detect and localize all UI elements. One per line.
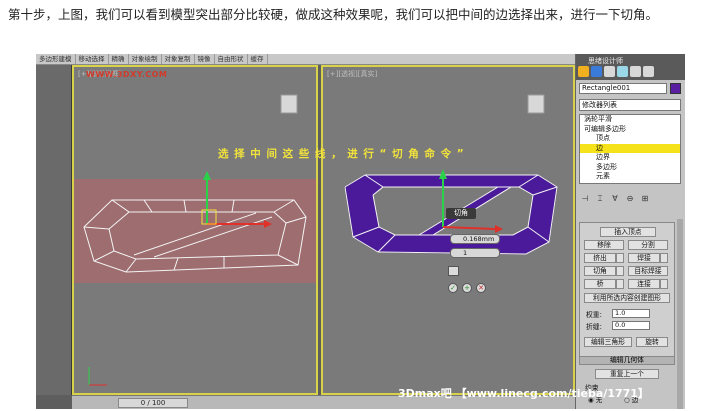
stack-item[interactable]: 边界 bbox=[580, 153, 680, 163]
menu-item[interactable]: 镜像 bbox=[195, 54, 215, 64]
stack-toolbar: ⊣ ⌶ ∀ ⊖ ⊞ bbox=[579, 192, 681, 206]
front-viewport-scene bbox=[74, 94, 316, 386]
chamfer-segments-field[interactable]: 1 bbox=[450, 248, 500, 258]
create-shape-button[interactable]: 利用所选内容创建图形 bbox=[584, 293, 670, 303]
stack-item[interactable]: 顶点 bbox=[580, 134, 680, 144]
forum-watermark: 3Dmax吧 【www.linecg.com/tieba/1771】 bbox=[398, 387, 649, 400]
menu-item[interactable]: 精确 bbox=[109, 54, 129, 64]
3dsmax-screenshot: 多边形建模 移动选择 精确 对象绘制 对象复制 镜像 自由形状 缓存 [+][前… bbox=[36, 54, 685, 409]
stack-item[interactable]: 元素 bbox=[580, 172, 680, 182]
weight-input[interactable]: 1.0 bbox=[612, 309, 650, 318]
menu-item[interactable]: 对象绘制 bbox=[129, 54, 162, 64]
object-name-field[interactable]: Rectangle001 bbox=[579, 83, 667, 94]
caddy-toggle-icon[interactable] bbox=[448, 266, 459, 276]
remove-modifier-icon[interactable]: ⊖ bbox=[624, 194, 636, 204]
viewport-front[interactable]: [+][前][线框] WWW.3DXY.COM bbox=[72, 65, 318, 395]
panel-title: 思绪设计师 bbox=[588, 57, 623, 65]
menu-item[interactable]: 多边形建模 bbox=[36, 54, 76, 64]
ribbon-menubar: 多边形建模 移动选择 精确 对象绘制 对象复制 镜像 自由形状 缓存 bbox=[36, 54, 576, 65]
pin-stack-icon[interactable]: ⊣ bbox=[579, 194, 591, 204]
chamfer-button[interactable]: 切角 bbox=[584, 266, 616, 276]
remove-button[interactable]: 移除 bbox=[584, 240, 624, 250]
bridge-button[interactable]: 桥 bbox=[584, 279, 616, 289]
modifier-list-dropdown[interactable]: 修改器列表 bbox=[579, 99, 681, 111]
modify-tab-icon[interactable] bbox=[591, 66, 602, 77]
instruction-caption: 选 择 中 间 这 些 线 ， 进 行 “ 切 角 命 令 ” bbox=[218, 148, 465, 160]
chamfer-amount-field[interactable]: 0.168mm bbox=[450, 234, 500, 244]
connect-button[interactable]: 连接 bbox=[628, 279, 660, 289]
caddy-title: 切角 bbox=[446, 208, 476, 219]
target-weld-button[interactable]: 目标焊接 bbox=[628, 266, 668, 276]
create-tab-icon[interactable] bbox=[578, 66, 589, 77]
repeat-last-button[interactable]: 重复上一个 bbox=[595, 369, 659, 379]
split-button[interactable]: 分割 bbox=[628, 240, 668, 250]
caddy-ok-icon[interactable]: ✓ bbox=[448, 283, 458, 293]
display-tab-icon[interactable] bbox=[630, 66, 641, 77]
chamfer-caddy: 切角 0.168mm 1 bbox=[446, 208, 500, 268]
connect-settings-icon[interactable] bbox=[660, 279, 668, 289]
left-tool-strip bbox=[36, 65, 72, 395]
stack-item-selected[interactable]: 边 bbox=[580, 143, 680, 153]
modifier-stack: 涡轮平滑 可编辑多边形 顶点 边 边界 多边形 元素 bbox=[579, 114, 681, 184]
command-panel: 思绪设计师 Rectangle001 修改器列表 涡轮平滑 可编辑多边形 顶点 … bbox=[575, 54, 685, 409]
rollout-header[interactable]: 编辑几何体 bbox=[579, 356, 675, 365]
menu-item[interactable]: 缓存 bbox=[248, 54, 268, 64]
caddy-buttons: ✓ + ✕ bbox=[448, 266, 498, 306]
show-end-result-icon[interactable]: ⌶ bbox=[594, 194, 606, 204]
stack-item[interactable]: 涡轮平滑 bbox=[580, 115, 680, 125]
hierarchy-tab-icon[interactable] bbox=[604, 66, 615, 77]
crease-input[interactable]: 0.0 bbox=[612, 321, 650, 330]
weld-button[interactable]: 焊接 bbox=[628, 253, 660, 263]
caddy-apply-icon[interactable]: + bbox=[462, 283, 472, 293]
panel-header: 思绪设计师 bbox=[576, 54, 685, 80]
weld-settings-icon[interactable] bbox=[660, 253, 668, 263]
bridge-settings-icon[interactable] bbox=[616, 279, 624, 289]
crease-label: 折缝: bbox=[586, 323, 602, 331]
edit-geometry-rollout: 编辑几何体 重复上一个 约束 bbox=[579, 356, 675, 392]
chamfer-settings-icon[interactable] bbox=[616, 266, 624, 276]
insert-vertex-button[interactable]: 插入顶点 bbox=[600, 227, 656, 237]
site-watermark: WWW.3DXY.COM bbox=[86, 70, 168, 79]
stack-item[interactable]: 可编辑多边形 bbox=[580, 125, 680, 135]
make-unique-icon[interactable]: ∀ bbox=[609, 194, 621, 204]
turn-button[interactable]: 旋转 bbox=[636, 337, 668, 347]
stack-item[interactable]: 多边形 bbox=[580, 163, 680, 173]
menu-item[interactable]: 自由形状 bbox=[215, 54, 248, 64]
weight-label: 权重: bbox=[586, 311, 602, 319]
extrude-settings-icon[interactable] bbox=[616, 253, 624, 263]
time-slider[interactable]: 0 / 100 bbox=[118, 398, 188, 408]
caddy-cancel-icon[interactable]: ✕ bbox=[476, 283, 486, 293]
extrude-button[interactable]: 挤出 bbox=[584, 253, 616, 263]
panel-tabs bbox=[578, 66, 654, 77]
edit-triangulation-button[interactable]: 编辑三角形 bbox=[584, 337, 632, 347]
menu-item[interactable]: 移动选择 bbox=[76, 54, 109, 64]
object-color-swatch[interactable] bbox=[670, 83, 681, 94]
menu-item[interactable]: 对象复制 bbox=[162, 54, 195, 64]
edit-edges-rollout: 插入顶点 移除 分割 挤出 焊接 切角 目标焊接 桥 连接 利用所选内容创建图形… bbox=[579, 222, 675, 362]
utilities-tab-icon[interactable] bbox=[643, 66, 654, 77]
motion-tab-icon[interactable] bbox=[617, 66, 628, 77]
panel-scrollbar[interactable] bbox=[677, 219, 683, 409]
article-paragraph: 第十步，上图，我们可以看到模型突出部分比较硬，做成这种效果呢，我们可以把中间的边… bbox=[8, 7, 659, 22]
configure-sets-icon[interactable]: ⊞ bbox=[639, 194, 651, 204]
